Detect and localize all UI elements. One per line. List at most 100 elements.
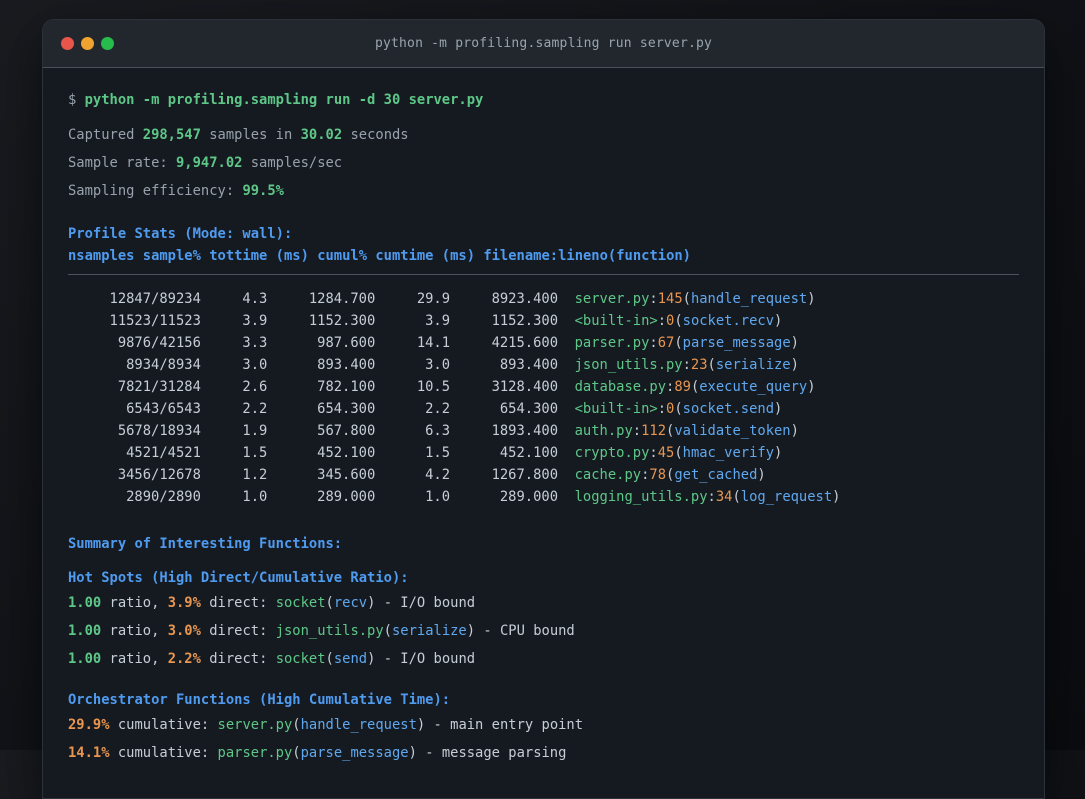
- cumul-pct-cell: 3.9: [425, 313, 451, 329]
- line-number: 78: [649, 467, 667, 483]
- stats-row: 4521/4521 1.5 452.100 1.5 452.100 crypto.py:4…: [68, 442, 1019, 464]
- text-segment: (: [674, 335, 683, 351]
- role-note: - main entry point: [425, 717, 584, 733]
- tottime-cell: 452.100: [317, 445, 376, 461]
- text-segment: (: [292, 717, 301, 733]
- function-name: parse_message: [300, 745, 409, 761]
- ratio-value: 1.00: [68, 651, 102, 667]
- close-button[interactable]: [61, 37, 74, 50]
- orchestrators-list: 29.9% cumulative: server.py(handle_reque…: [68, 711, 1019, 767]
- cumul-pct-cell: 1.5: [425, 445, 451, 461]
- hot-spot-item: 1.00 ratio, 2.2% direct: socket(send) - …: [68, 645, 1019, 673]
- file-name: auth.py: [574, 423, 633, 439]
- capture-info: Captured 298,547 samples in 30.02 second…: [68, 121, 1019, 205]
- sample-pct-cell: 1.5: [242, 445, 268, 461]
- text-segment: direct:: [200, 651, 276, 667]
- sample-pct-cell: 4.3: [242, 291, 268, 307]
- cumtime-cell: 1152.300: [491, 313, 559, 329]
- line-number: 145: [657, 291, 683, 307]
- efficiency-value: 99.5%: [242, 183, 284, 199]
- tottime-cell: 654.300: [317, 401, 376, 417]
- sample-rate-value: 9,947.02: [175, 155, 243, 171]
- cumtime-cell: 654.300: [499, 401, 559, 417]
- maximize-button[interactable]: [101, 37, 114, 50]
- function-name: get_cached: [674, 467, 758, 483]
- cumul-pct-cell: 4.2: [425, 467, 451, 483]
- sample-pct-cell: 1.2: [242, 467, 268, 483]
- function-name: validate_token: [674, 423, 791, 439]
- stats-row: 8934/8934 3.0 893.400 3.0 893.400 json_utils.…: [68, 354, 1019, 376]
- orchestrator-item: 29.9% cumulative: server.py(handle_reque…: [68, 711, 1019, 739]
- direct-pct: 2.2%: [167, 651, 201, 667]
- text-segment: ): [807, 379, 816, 395]
- text-segment: (: [674, 313, 683, 329]
- file-name: json_utils.py: [574, 357, 683, 373]
- tottime-cell: 345.600: [317, 467, 376, 483]
- text-segment: samples/sec: [242, 155, 343, 171]
- nsamples-cell: 7821/31284: [117, 379, 201, 395]
- sample-pct-cell: 2.6: [242, 379, 268, 395]
- tottime-cell: 1284.700: [308, 291, 376, 307]
- tottime-cell: 782.100: [317, 379, 376, 395]
- function-name: serialize: [715, 357, 791, 373]
- text-segment: :: [632, 423, 642, 439]
- text-segment: ratio,: [101, 595, 168, 611]
- cumul-pct-cell: 1.0: [425, 489, 451, 505]
- function-name: socket.send: [682, 401, 775, 417]
- file-name: server.py: [574, 291, 650, 307]
- efficiency-line: Sampling efficiency: 99.5%: [68, 177, 1019, 205]
- module-name: parser.py: [217, 745, 293, 761]
- sample-pct-cell: 3.0: [242, 357, 268, 373]
- text-segment: ): [466, 623, 476, 639]
- stats-column-header: nsamples sample% tottime (ms) cumul% cum…: [68, 248, 691, 264]
- function-name: send: [333, 651, 368, 667]
- text-segment: ): [774, 313, 783, 329]
- cumul-pct-cell: 29.9: [416, 291, 451, 307]
- profile-stats-heading: Profile Stats (Mode: wall):: [68, 226, 293, 242]
- captured-line: Captured 298,547 samples in 30.02 second…: [68, 121, 1019, 149]
- cumul-pct-cell: 10.5: [416, 379, 451, 395]
- function-name: parse_message: [682, 335, 791, 351]
- nsamples-cell: 2890/2890: [126, 489, 201, 505]
- file-name: database.py: [574, 379, 666, 395]
- function-name: recv: [333, 595, 368, 611]
- text-segment: (: [707, 357, 716, 373]
- file-name: <built-in>: [574, 401, 658, 417]
- text-segment: :: [682, 357, 691, 373]
- text-segment: (: [674, 401, 683, 417]
- tottime-cell: 567.800: [317, 423, 376, 439]
- window-titlebar[interactable]: python -m profiling.sampling run server.…: [43, 20, 1044, 68]
- sample-pct-cell: 3.3: [242, 335, 268, 351]
- text-segment: ): [790, 335, 799, 351]
- stats-row: 5678/18934 1.9 567.800 6.3 1893.400 auth.py:1…: [68, 420, 1019, 442]
- text-segment: (: [674, 445, 683, 461]
- text-segment: ): [790, 423, 799, 439]
- text-segment: :: [657, 313, 667, 329]
- direct-pct: 3.9%: [167, 595, 201, 611]
- direct-pct: 3.0%: [167, 623, 201, 639]
- cumul-pct-cell: 6.3: [425, 423, 451, 439]
- command-line: $ python -m profiling.sampling run -d 30…: [68, 90, 1019, 110]
- file-name: logging_utils.py: [574, 489, 708, 505]
- file-name: cache.py: [574, 467, 642, 483]
- terminal-window: python -m profiling.sampling run server.…: [42, 19, 1045, 799]
- bound-note: - CPU bound: [475, 623, 575, 639]
- text-segment: cumulative:: [109, 745, 218, 761]
- text-segment: :: [657, 401, 667, 417]
- module-name: socket: [275, 595, 326, 611]
- ratio-value: 1.00: [68, 595, 102, 611]
- text-segment: seconds: [342, 127, 409, 143]
- cumul-pct-cell: 14.1: [416, 335, 451, 351]
- stats-row: 2890/2890 1.0 289.000 1.0 289.000 logging_uti…: [68, 486, 1019, 508]
- text-segment: ): [790, 357, 799, 373]
- ratio-value: 1.00: [68, 623, 102, 639]
- terminal-content[interactable]: $ python -m profiling.sampling run -d 30…: [43, 68, 1044, 767]
- text-segment: direct:: [200, 623, 276, 639]
- nsamples-cell: 6543/6543: [126, 401, 201, 417]
- text-segment: :: [649, 335, 658, 351]
- text-segment: ratio,: [101, 623, 168, 639]
- text-segment: (: [732, 489, 741, 505]
- minimize-button[interactable]: [81, 37, 94, 50]
- cumtime-cell: 289.000: [499, 489, 559, 505]
- line-number: 34: [715, 489, 733, 505]
